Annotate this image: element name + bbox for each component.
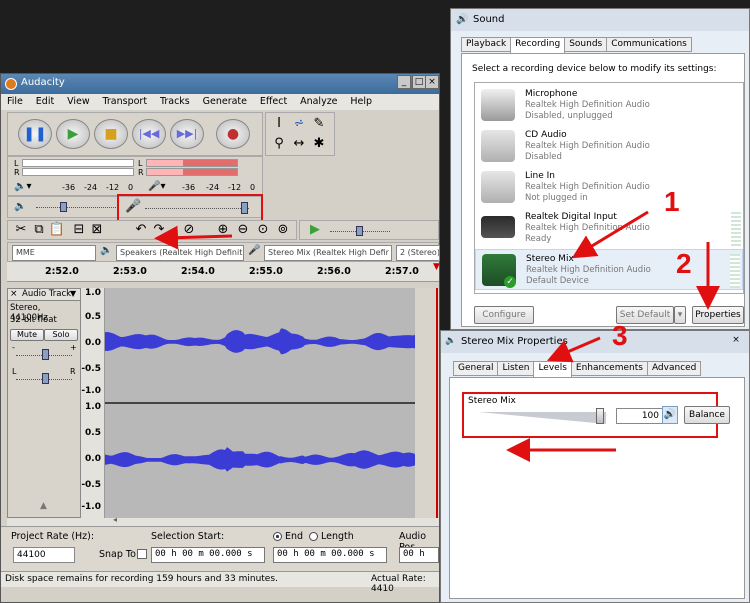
step-2-label: 2 [676, 248, 692, 279]
annotation-layer [154, 210, 720, 462]
step-1-label: 1 [664, 186, 680, 217]
arrow-to-levels-tab [546, 336, 601, 363]
arrow-to-device-select [154, 225, 233, 250]
step-3-label: 3 [612, 320, 628, 351]
arrow-to-stereo-mix [571, 210, 649, 259]
